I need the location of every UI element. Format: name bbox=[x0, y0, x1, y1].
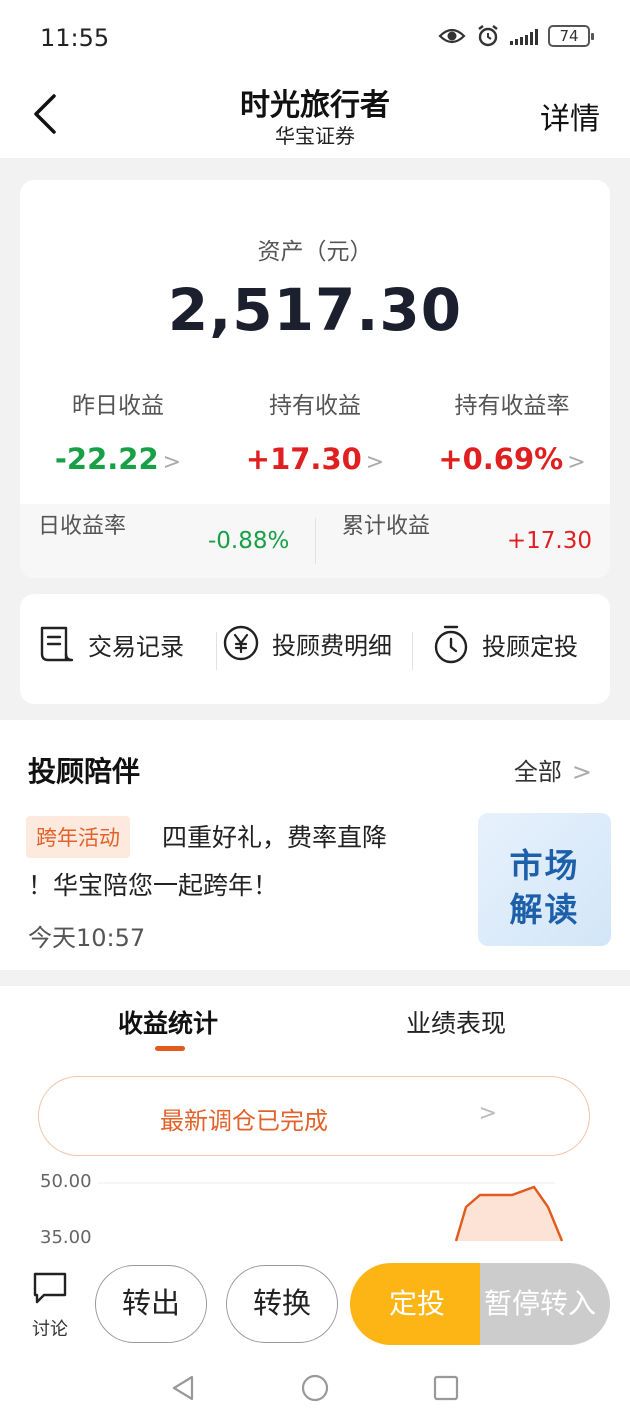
income-chart: 50.00 35.00 bbox=[0, 1171, 630, 1261]
fixed-invest-button[interactable]: 定投 bbox=[350, 1263, 484, 1345]
chevron-right-icon: > bbox=[162, 450, 182, 475]
thumb-text: 解读 bbox=[509, 890, 580, 929]
activity-tag: 跨年活动 bbox=[26, 816, 130, 858]
eye-icon bbox=[438, 28, 466, 44]
stat-value: -22.22 bbox=[54, 442, 159, 476]
trade-record-button[interactable]: 交易记录 bbox=[38, 624, 184, 664]
discuss-button[interactable]: 讨论 bbox=[22, 1271, 78, 1341]
home-circle-icon[interactable] bbox=[300, 1373, 330, 1403]
section-title: 投顾陪伴 bbox=[28, 755, 141, 788]
stat-value: +0.69% bbox=[438, 442, 564, 476]
tab-indicator bbox=[155, 1046, 185, 1051]
battery-icon: 74 bbox=[548, 25, 594, 47]
chevron-right-icon: > bbox=[365, 450, 385, 475]
asset-value: 2,517.30 bbox=[167, 276, 463, 344]
advisor-message-line1[interactable]: 四重好礼，费率直降 bbox=[162, 818, 387, 854]
bottom-action-bar: 讨论 转出 转换 定投 暂停转入 bbox=[0, 1255, 630, 1355]
notice-text: 最新调仓已完成 bbox=[160, 1107, 328, 1135]
thumb-text: 市场 bbox=[509, 846, 580, 885]
action-label: 投顾定投 bbox=[482, 632, 578, 661]
advisor-section: 投顾陪伴 全部 > 跨年活动 四重好礼，费率直降 ！华宝陪您一起跨年！ 今天10:… bbox=[0, 720, 630, 970]
chevron-right-icon: > bbox=[571, 758, 592, 786]
receipt-icon bbox=[40, 626, 74, 662]
view-all-label: 全部 bbox=[513, 758, 562, 786]
rebalance-notice[interactable]: 最新调仓已完成 > bbox=[38, 1076, 590, 1156]
stat-label: 持有收益 bbox=[269, 393, 361, 419]
cumulative-value: +17.30 bbox=[506, 528, 592, 554]
divider bbox=[315, 518, 316, 564]
stat-yesterday[interactable]: 昨日收益 -22.22 > bbox=[20, 386, 216, 476]
stat-label: 昨日收益 bbox=[72, 393, 164, 419]
fixed-invest-plan-button[interactable]: 投顾定投 bbox=[432, 624, 578, 664]
action-card: 交易记录 投顾费明细 投顾定投 bbox=[20, 594, 610, 704]
page-subtitle: 华宝证券 bbox=[275, 124, 355, 148]
chat-bubble-icon bbox=[33, 1272, 67, 1304]
status-time: 11:55 bbox=[40, 24, 110, 52]
status-bar: 11:55 74 bbox=[0, 0, 630, 78]
divider bbox=[412, 632, 413, 670]
advisor-message-line2[interactable]: ！华宝陪您一起跨年！ bbox=[28, 866, 278, 902]
asset-label: 资产（元） bbox=[257, 239, 373, 265]
recents-square-icon[interactable] bbox=[431, 1373, 461, 1403]
convert-button[interactable]: 转换 bbox=[226, 1265, 338, 1343]
action-label: 交易记录 bbox=[88, 632, 184, 661]
fee-detail-button[interactable]: 投顾费明细 bbox=[222, 624, 392, 662]
detail-button[interactable]: 详情 bbox=[540, 94, 600, 138]
timer-icon bbox=[434, 625, 468, 664]
stat-holding-rate[interactable]: 持有收益率 +0.69% > bbox=[414, 386, 610, 476]
back-triangle-icon[interactable] bbox=[168, 1373, 198, 1403]
view-all-link[interactable]: 全部 > bbox=[514, 752, 592, 787]
tab-income-stats[interactable]: 收益统计 bbox=[118, 1004, 218, 1040]
discuss-label: 讨论 bbox=[32, 1319, 68, 1340]
alarm-icon bbox=[478, 25, 498, 47]
nav-bar: 时光旅行者 华宝证券 详情 bbox=[0, 78, 630, 158]
cumulative-label: 累计收益 bbox=[342, 514, 431, 539]
stat-value: +17.30 bbox=[245, 442, 362, 476]
chevron-right-icon: > bbox=[478, 1101, 497, 1126]
asset-card: 资产（元） 2,517.30 昨日收益 -22.22 > 持有收益 +17.30 >… bbox=[20, 180, 610, 578]
signal-icon bbox=[510, 27, 538, 45]
tab-performance[interactable]: 业绩表现 bbox=[406, 1004, 506, 1040]
income-chart-plot bbox=[98, 1182, 564, 1242]
pause-transfer-in-button[interactable]: 暂停转入 bbox=[480, 1263, 610, 1345]
divider bbox=[216, 632, 217, 670]
stat-holding[interactable]: 持有收益 +17.30 > bbox=[217, 386, 413, 476]
daily-rate-value: -0.88% bbox=[208, 528, 290, 554]
market-insight-thumbnail[interactable]: 市场 解读 bbox=[478, 813, 611, 946]
yen-icon bbox=[223, 625, 259, 661]
page-title: 时光旅行者 bbox=[240, 88, 390, 123]
rate-summary-row: 日收益率 -0.88% 累计收益 +17.30 bbox=[20, 504, 610, 578]
daily-rate-label: 日收益率 bbox=[38, 514, 127, 539]
chevron-right-icon: > bbox=[567, 450, 586, 475]
system-nav-bar bbox=[0, 1355, 630, 1422]
status-icons: 74 bbox=[438, 24, 594, 48]
action-label: 投顾费明细 bbox=[272, 631, 392, 660]
transfer-out-button[interactable]: 转出 bbox=[95, 1265, 207, 1343]
message-time: 今天10:57 bbox=[28, 924, 146, 952]
stat-label: 持有收益率 bbox=[454, 393, 570, 419]
